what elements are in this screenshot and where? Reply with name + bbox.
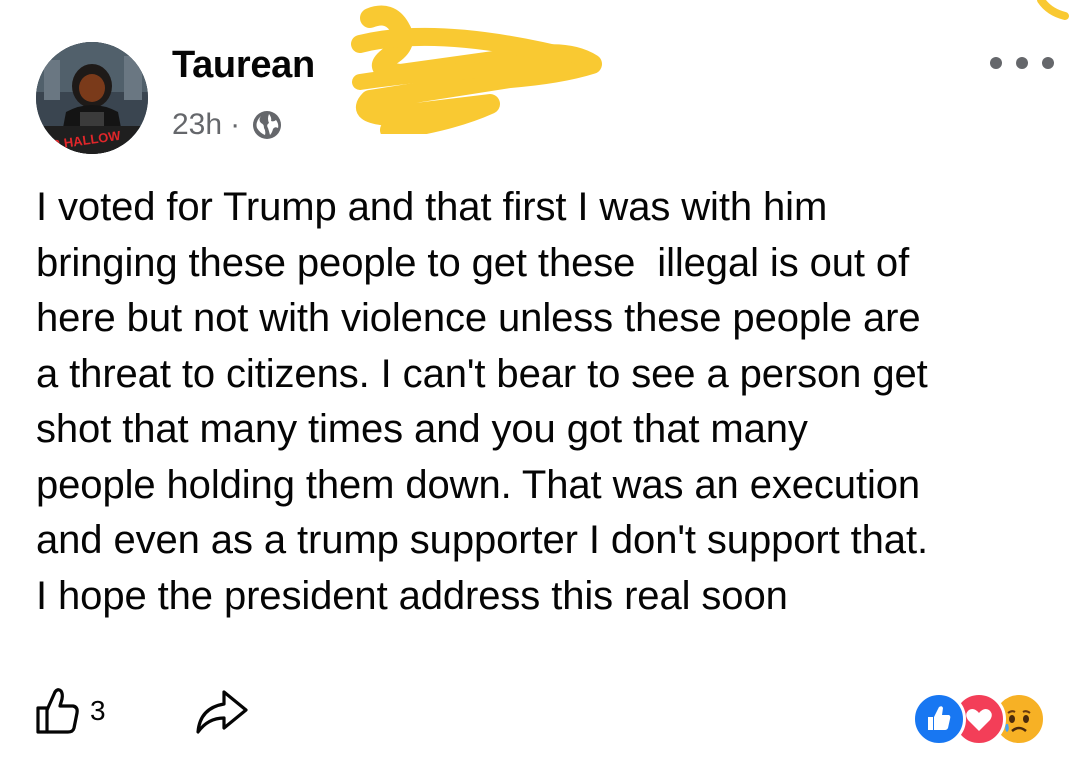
meta-separator: ·: [230, 108, 241, 141]
thumbs-up-icon: [36, 688, 79, 734]
redaction-scribble: [351, 5, 602, 134]
facebook-post: MR HALLOW Taurean 23h · I voted for Trum…: [0, 0, 1080, 779]
more-options-button[interactable]: [990, 48, 1054, 78]
avatar[interactable]: MR HALLOW: [36, 42, 148, 154]
timestamp[interactable]: 23h: [172, 108, 222, 142]
post-meta: 23h ·: [172, 108, 282, 142]
globe-icon[interactable]: [252, 110, 282, 140]
corner-scribble: [1037, 0, 1069, 20]
post-text: I voted for Trump and that first I was w…: [36, 185, 928, 618]
like-reaction-icon: [912, 692, 966, 746]
share-button[interactable]: [192, 688, 250, 743]
author-name[interactable]: Taurean: [172, 44, 315, 87]
reaction-summary[interactable]: [912, 692, 1052, 746]
more-dots-icon: [990, 57, 1002, 69]
like-button[interactable]: 3: [34, 686, 106, 736]
like-count: 3: [90, 695, 106, 726]
share-arrow-icon: [196, 690, 248, 734]
